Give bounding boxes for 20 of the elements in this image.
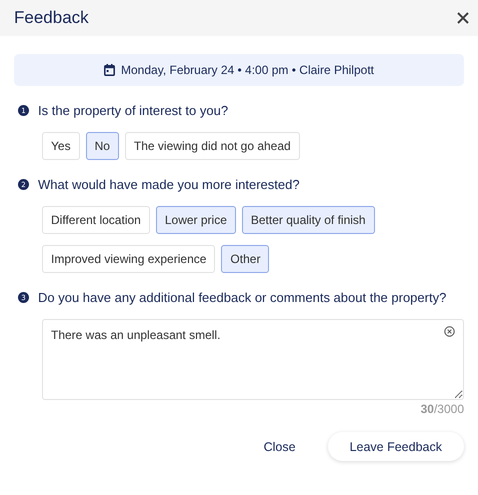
option-button[interactable]: Better quality of finish [242,206,375,234]
question-text: Is the property of interest to you? [38,103,228,118]
question-text: What would have made you more interested? [38,177,300,192]
option-button[interactable]: Other [221,245,270,273]
calendar-icon [104,64,116,76]
comment-field[interactable]: There was an unpleasant smell. [42,319,464,400]
option-button[interactable]: No [86,132,119,160]
question-text: Do you have any additional feedback or comments about the property? [38,290,446,305]
option-button[interactable]: Yes [42,132,80,160]
option-button[interactable]: The viewing did not go ahead [124,132,300,160]
option-button[interactable]: Different location [42,206,150,234]
clear-icon[interactable] [444,326,455,337]
option-button[interactable]: Improved viewing experience [42,245,216,273]
close-icon[interactable] [457,12,469,24]
character-counter: 30/3000 [420,402,464,416]
close-button[interactable]: Close [246,432,314,461]
dialog-title: Feedback [14,8,89,28]
leave-feedback-button[interactable]: Leave Feedback [328,432,464,461]
option-button[interactable]: Lower price [156,206,236,234]
appointment-details: Monday, February 24 • 4:00 pm • Claire Philpott [121,63,374,77]
